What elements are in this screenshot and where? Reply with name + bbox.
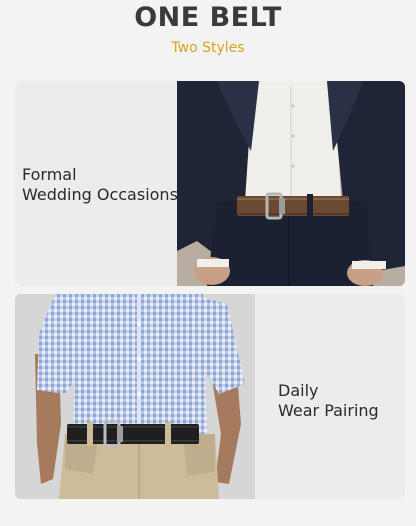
daily-caption-line1: Daily <box>278 381 319 400</box>
formal-caption-line1: Formal <box>22 165 77 184</box>
formal-style-card: Formal Wedding Occasions <box>15 81 405 286</box>
daily-caption: Daily Wear Pairing <box>278 381 379 421</box>
header: ONE BELT Two Styles <box>0 0 416 70</box>
daily-caption-line2: Wear Pairing <box>278 401 379 420</box>
daily-style-card: Daily Wear Pairing <box>15 294 405 499</box>
formal-caption: Formal Wedding Occasions <box>22 165 178 205</box>
product-page: ONE BELT Two Styles Formal Wedding Occas… <box>0 0 416 526</box>
formal-caption-line2: Wedding Occasions <box>22 185 178 204</box>
page-title: ONE BELT <box>134 2 282 33</box>
page-subtitle: Two Styles <box>171 40 245 56</box>
casual-shirt-photo <box>15 294 255 499</box>
formal-suit-photo <box>177 81 405 286</box>
